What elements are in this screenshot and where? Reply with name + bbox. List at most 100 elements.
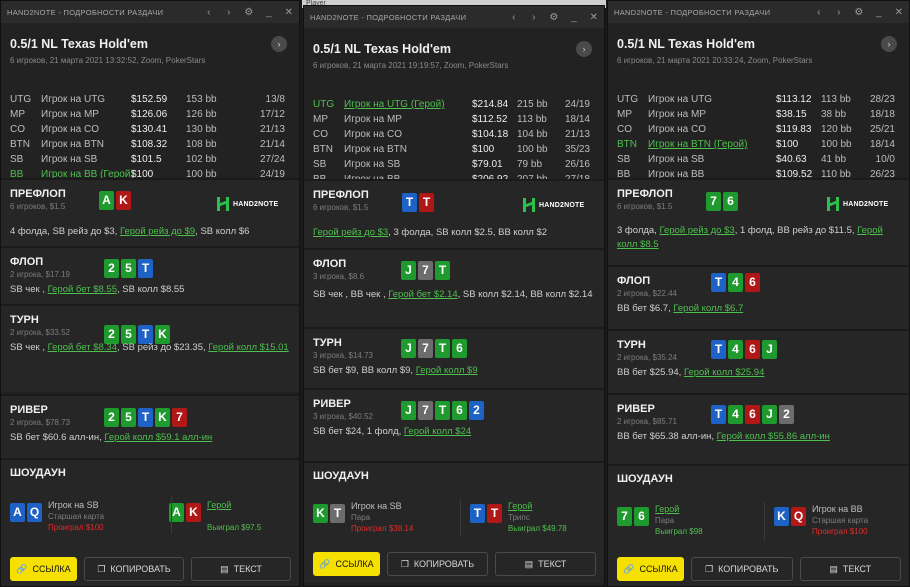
hero-action[interactable]: Герой колл $59.1 алл-ин [104,432,212,443]
title-bar[interactable]: HAND2NOTE - ПОДРОБНОСТИ РАЗДАЧИ ‹ › ⚙ _ ✕ [304,6,604,28]
text-button[interactable]: ▤ ТЕКСТ [495,552,596,576]
close-icon[interactable]: ✕ [584,12,604,23]
player-row[interactable]: UTG Игрок на UTG $152.59 153 bb 13/8 [1,92,299,107]
prev-icon[interactable]: ‹ [504,12,524,23]
street-name: РИВЕР [313,398,351,410]
showdown-info: Игрок на SB Пара Проиграл $38.14 [351,501,413,534]
player-row[interactable]: CO Игрок на CO $104.18 104 bb 21/13 [304,127,604,142]
player-stack: $40.63 [776,154,807,165]
hero-action[interactable]: Герой колл $9 [416,365,478,376]
hand-details-window[interactable]: HAND2NOTE - ПОДРОБНОСТИ РАЗДАЧИ ‹ › ⚙ _ ✕ 0.5/… [303,5,605,587]
hand2note-logo: HAND2NOTE [522,198,584,212]
showdown-player: K T Игрок на SB Пара Проиграл $38.14 [313,501,413,534]
players-list: UTG Игрок на UTG (Герой) $214.84 215 bb 24/1… [304,97,604,192]
hand2note-logo-text: HAND2NOTE [539,201,585,209]
hero-action[interactable]: Герой рейз до $3 [659,225,734,236]
showdown-info: Герой Пара Выиграл $98 [655,504,703,537]
player-row[interactable]: SB Игрок на SB $101.5 102 bb 27/24 [1,152,299,167]
playing-card: T [487,504,502,523]
gear-icon[interactable]: ⚙ [544,12,564,23]
showdown-player: A K Герой Выиграл $97.5 [169,500,261,533]
action-text: , 3 фолда, SB колл $2.5, BB колл $2 [388,227,548,238]
link-button[interactable]: 🔗 ССЫЛКА [313,552,380,576]
player-stats: 18/14 [564,114,590,125]
street-pot-info: 6 игроков, $1.5 [617,202,673,211]
hand-details-window[interactable]: HAND2NOTE - ПОДРОБНОСТИ РАЗДАЧИ ‹ › ⚙ _ ✕ 0.5/… [607,0,910,587]
street-actions: SB бет $9, BB колл $9, Герой колл $9 [313,364,596,378]
showdown-player-name[interactable]: Герой [655,504,703,515]
copy-icon: ❐ [400,558,409,569]
next-icon[interactable]: › [524,12,544,23]
forward-arrow-icon[interactable]: › [576,41,592,57]
hero-action[interactable]: Герой бет $8.55 [48,284,117,295]
hero-action[interactable]: Герой колл $24 [404,426,471,437]
street-section: ПРЕФЛОП 6 игроков, $1.5 7 6 HAND2NOTE 3 фолда… [608,178,909,265]
forward-arrow-icon[interactable]: › [881,36,897,52]
player-row[interactable]: CO Игрок на CO $130.41 130 bb 21/13 [1,122,299,137]
board-cards: TT [402,193,434,212]
player-row[interactable]: BTN Игрок на BTN $108.32 108 bb 21/14 [1,137,299,152]
playing-card: 6 [745,340,760,359]
player-stats: 17/12 [259,109,285,120]
text-button[interactable]: ▤ ТЕКСТ [799,557,901,581]
prev-icon[interactable]: ‹ [199,7,219,18]
showdown-title: ШОУДАУН [617,473,673,485]
hero-action[interactable]: Герой бет $2.14 [388,289,457,300]
hero-action[interactable]: Герой колл $6.7 [673,303,743,314]
player-row[interactable]: MP Игрок на MP $126.06 126 bb 17/12 [1,107,299,122]
copy-button[interactable]: ❐ КОПИРОВАТЬ [387,552,488,576]
showdown-player-name[interactable]: Герой [508,501,567,512]
hero-action[interactable]: Герой рейз до $9 [120,226,195,237]
title-bar[interactable]: HAND2NOTE - ПОДРОБНОСТИ РАЗДАЧИ ‹ › ⚙ _ ✕ [608,1,909,23]
hero-action[interactable]: Герой рейз до $3 [313,227,388,238]
game-title: 0.5/1 NL Texas Hold'em [617,37,755,51]
window-title: HAND2NOTE - ПОДРОБНОСТИ РАЗДАЧИ [7,7,164,17]
street-name: РИВЕР [10,404,48,416]
playing-card: J [762,340,777,359]
hero-action[interactable]: Герой колл $15.01 [208,342,288,353]
hero-action[interactable]: Герой колл $55.86 алл-ин [717,431,830,442]
link-button[interactable]: 🔗 ССЫЛКА [617,557,684,581]
player-row[interactable]: UTG Игрок на UTG $113.12 113 bb 28/23 [608,92,909,107]
hand-details-window[interactable]: HAND2NOTE - ПОДРОБНОСТИ РАЗДАЧИ ‹ › ⚙ _ ✕ 0.5/… [0,0,300,587]
player-row[interactable]: SB Игрок на SB $79.01 79 bb 26/16 [304,157,604,172]
player-row[interactable]: BTN Игрок на BTN $100 100 bb 35/23 [304,142,604,157]
player-stack-bb: 130 bb [186,124,217,135]
player-stack-bb: 215 bb [517,99,548,110]
player-row[interactable]: MP Игрок на MP $112.52 113 bb 18/14 [304,112,604,127]
showdown-section: ШОУДАУН K T Игрок на SB Пара Проиграл $38.14 T… [304,461,604,583]
copy-button[interactable]: ❐ КОПИРОВАТЬ [691,557,793,581]
forward-arrow-icon[interactable]: › [271,36,287,52]
street-section: РИВЕР 3 игрока, $40.52 J 7 T 6 2 SB бет $24, 1 … [304,388,604,461]
title-bar[interactable]: HAND2NOTE - ПОДРОБНОСТИ РАЗДАЧИ ‹ › ⚙ _ ✕ [1,1,299,23]
gear-icon[interactable]: ⚙ [239,7,259,18]
player-stack-bb: 100 bb [821,139,852,150]
next-icon[interactable]: › [219,7,239,18]
text-button[interactable]: ▤ ТЕКСТ [191,557,291,581]
link-icon: 🔗 [16,563,28,574]
minimize-icon[interactable]: _ [564,12,584,23]
player-row[interactable]: MP Игрок на MP $38.15 38 bb 18/18 [608,107,909,122]
close-icon[interactable]: ✕ [889,7,909,18]
showdown-player-name[interactable]: Герой [207,500,261,511]
prev-icon[interactable]: ‹ [809,7,829,18]
next-icon[interactable]: › [829,7,849,18]
action-text: , SB колл $6 [195,226,250,237]
hero-action[interactable]: Герой колл $25.94 [684,367,764,378]
showdown-result: Выиграл $49.78 [508,524,567,533]
player-row[interactable]: UTG Игрок на UTG (Герой) $214.84 215 bb 24/1… [304,97,604,112]
gear-icon[interactable]: ⚙ [849,7,869,18]
copy-button[interactable]: ❐ КОПИРОВАТЬ [84,557,184,581]
player-row[interactable]: SB Игрок на SB $40.63 41 bb 10/0 [608,152,909,167]
player-row[interactable]: BTN Игрок на BTN (Герой) $100 100 bb 18/14 [608,137,909,152]
close-icon[interactable]: ✕ [279,7,299,18]
showdown-result: Выиграл $97.5 [207,523,262,532]
minimize-icon[interactable]: _ [259,7,279,18]
street-actions: BB бет $6.7, Герой колл $6.7 [617,302,901,316]
game-title: 0.5/1 NL Texas Hold'em [313,42,451,56]
hero-action[interactable]: Герой бет $8.34 [48,342,117,353]
playing-card: Q [27,503,42,522]
link-button[interactable]: 🔗 ССЫЛКА [10,557,77,581]
player-row[interactable]: CO Игрок на CO $119.83 120 bb 25/21 [608,122,909,137]
minimize-icon[interactable]: _ [869,7,889,18]
